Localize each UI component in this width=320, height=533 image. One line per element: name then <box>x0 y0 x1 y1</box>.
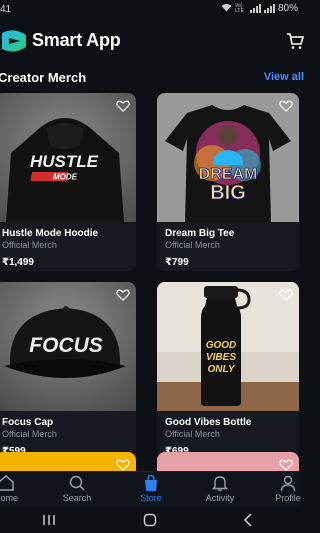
nav-label: Profile <box>275 493 301 503</box>
favorite-heart-icon[interactable] <box>116 99 130 113</box>
nav-profile[interactable]: Profile <box>268 474 308 503</box>
section-title: Creator Merch <box>0 70 87 85</box>
home-button-icon[interactable] <box>143 513 157 527</box>
status-time: 41 <box>0 4 12 15</box>
search-icon <box>69 475 85 491</box>
nav-activity[interactable]: Activity <box>200 474 240 503</box>
recent-apps-icon[interactable] <box>42 514 56 526</box>
system-navigation-bar <box>0 507 300 533</box>
product-card-cap[interactable]: FOCUS Focus Cap Official Merch ₹599 <box>0 282 136 460</box>
product-card-bottle[interactable]: GOOD VIBES ONLY Good Vibes Bottle Offici… <box>157 282 299 460</box>
favorite-heart-icon[interactable] <box>279 288 293 302</box>
nav-search[interactable]: Search <box>57 474 97 503</box>
shopping-bag-icon <box>145 474 157 491</box>
wifi-icon <box>221 3 232 14</box>
app-bar: Smart App <box>0 20 304 62</box>
favorite-heart-icon[interactable] <box>279 458 293 472</box>
home-icon <box>0 475 14 491</box>
app-logo-icon <box>2 30 26 52</box>
bottom-navigation: Home Search Store Activity Profile <box>0 471 301 507</box>
tee-art-text: DREAM <box>199 166 258 183</box>
favorite-heart-icon[interactable] <box>279 99 293 113</box>
product-name: Good Vibes Bottle <box>165 417 252 428</box>
product-label: Official Merch <box>2 240 57 250</box>
bottle-art-text-1: GOOD <box>206 340 237 351</box>
product-price: ₹1,499 <box>2 257 34 268</box>
app-title: Smart App <box>32 30 121 50</box>
cap-art-text: FOCUS <box>29 334 103 357</box>
product-label: Official Merch <box>2 429 57 439</box>
hoodie-art-subtext: MODE <box>53 173 78 182</box>
bell-icon <box>211 476 229 492</box>
nav-label: Store <box>140 493 162 503</box>
tee-art-subtext: BIG <box>210 182 246 204</box>
nav-store[interactable]: Store <box>131 474 171 503</box>
back-icon[interactable] <box>243 513 253 527</box>
bottle-art-text-3: ONLY <box>207 364 235 375</box>
favorite-heart-icon[interactable] <box>116 458 130 472</box>
product-card-tee[interactable]: DREAM BIG Dream Big Tee Official Merch ₹… <box>157 93 299 271</box>
product-name: Dream Big Tee <box>165 228 235 239</box>
favorite-heart-icon[interactable] <box>116 288 130 302</box>
profile-icon <box>280 475 296 492</box>
product-name: Hustle Mode Hoodie <box>2 228 99 239</box>
nav-home[interactable]: Home <box>0 474 26 503</box>
product-label: Official Merch <box>165 240 220 250</box>
status-bar: 41 Vo) LTE 80% <box>0 0 300 18</box>
nav-label: Activity <box>205 493 235 503</box>
product-image-bottle: GOOD VIBES ONLY <box>157 282 299 411</box>
product-card-hoodie[interactable]: HUSTLE MODE Hustle Mode Hoodie Official … <box>0 93 136 271</box>
section-header: Creator Merch View all <box>0 62 304 90</box>
nav-label: Search <box>62 493 92 503</box>
product-image-tee: DREAM BIG <box>157 93 299 222</box>
cart-icon[interactable] <box>286 32 304 50</box>
network-type: Vo) LTE <box>234 2 244 14</box>
signal-icon-2 <box>263 4 275 13</box>
nav-label: Home <box>0 493 18 503</box>
view-all-link[interactable]: View all <box>264 71 304 83</box>
hoodie-art-text: HUSTLE <box>30 152 99 171</box>
battery-percent: 80% <box>277 3 298 14</box>
bottle-art-text-2: VIBES <box>206 352 236 363</box>
product-price: ₹799 <box>165 257 189 268</box>
product-name: Focus Cap <box>2 417 54 428</box>
signal-icon <box>249 4 261 13</box>
product-label: Official Merch <box>165 429 220 439</box>
